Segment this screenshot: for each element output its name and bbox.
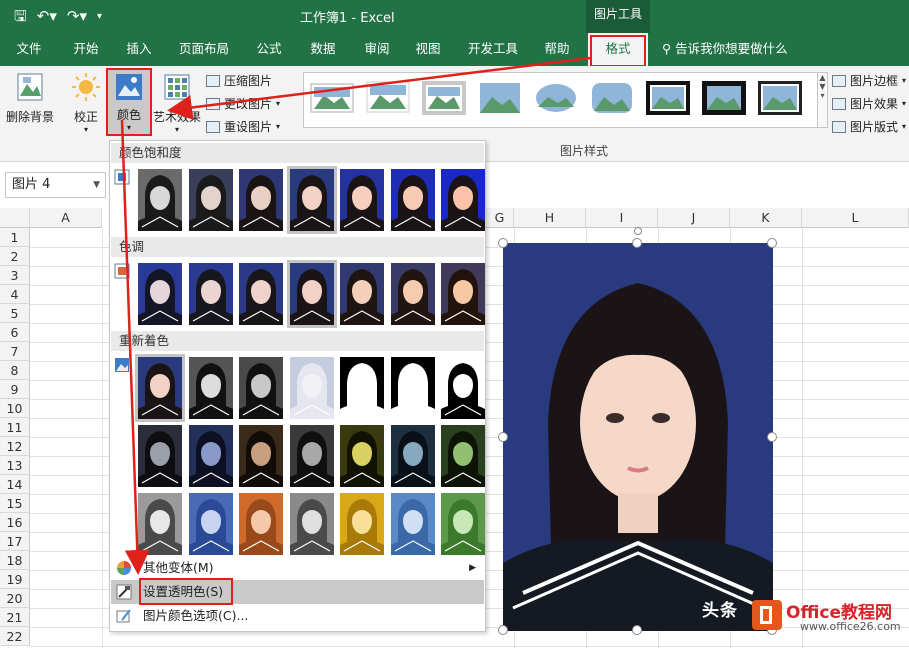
excel-window: 🖫 ↶▾ ↷▾ ▾ 工作簿1 - Excel 图片工具 文件 开始 插入 页面布… bbox=[0, 0, 909, 648]
watermark-site-url: www.office26.com bbox=[800, 620, 901, 633]
annotation-arrows bbox=[120, 56, 591, 575]
watermark-text: 头条 bbox=[702, 601, 738, 621]
office-logo-icon bbox=[752, 600, 782, 630]
